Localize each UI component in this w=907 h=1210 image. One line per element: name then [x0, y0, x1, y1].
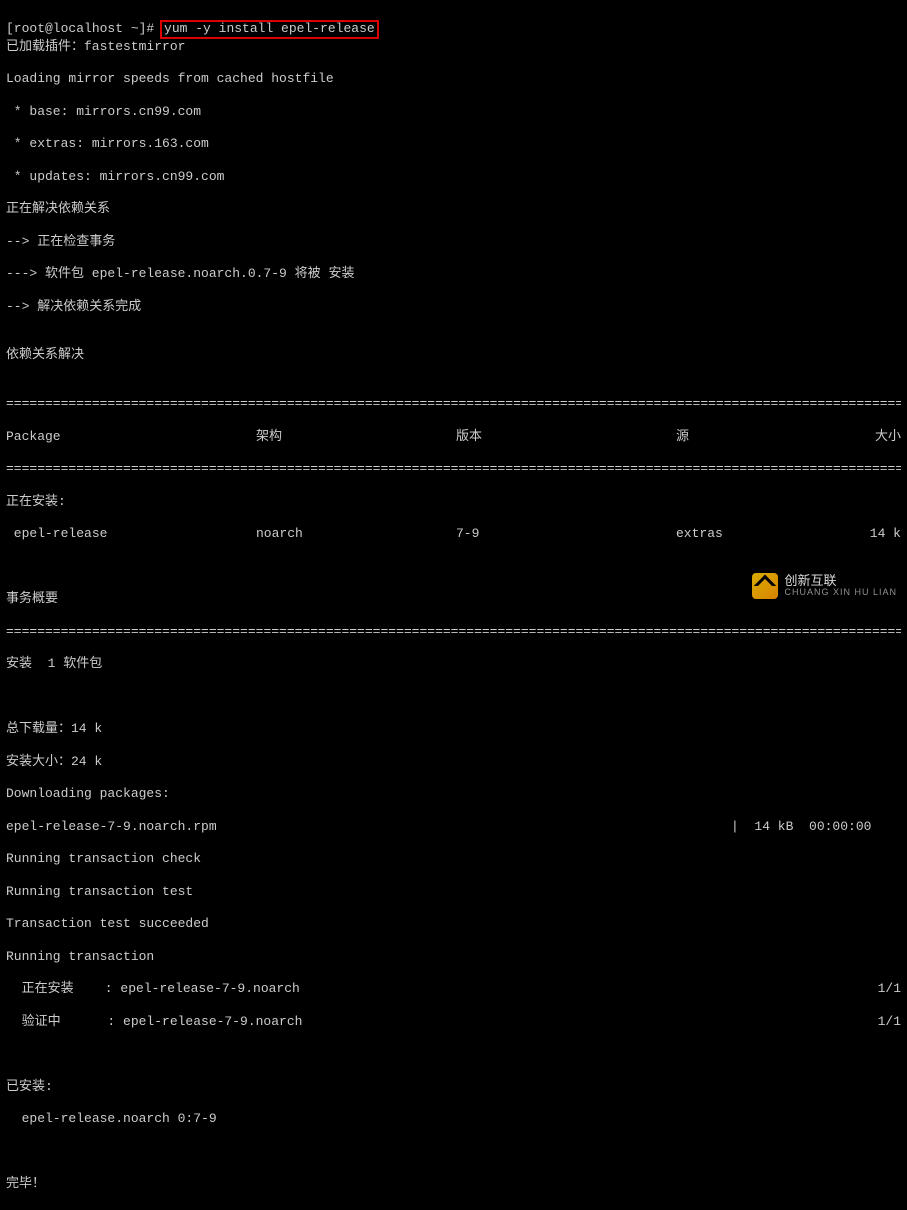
- download-progress: epel-release-7-9.noarch.rpm| 14 kB 00:00…: [6, 819, 901, 835]
- done-label: 完毕！: [6, 1176, 901, 1192]
- divider: ========================================…: [6, 624, 901, 640]
- col-size: 大小: [841, 429, 901, 445]
- output-line: --> 正在检查事务: [6, 234, 901, 250]
- blank-line: [6, 1144, 901, 1160]
- blank-line: [6, 559, 901, 575]
- table-header: Package架构版本源大小: [6, 429, 901, 445]
- output-line: * updates: mirrors.cn99.com: [6, 169, 901, 185]
- step-verify: 验证中 : epel-release-7-9.noarch1/1: [6, 1014, 901, 1030]
- trans-line: Running transaction test: [6, 884, 901, 900]
- installed-label: 已安装:: [6, 1079, 901, 1095]
- output-line: 已加载插件：fastestmirror: [6, 39, 901, 55]
- blank-line: [6, 1046, 901, 1062]
- terminal-output[interactable]: [root@localhost ~]# yum -y install epel-…: [0, 0, 907, 1210]
- output-line: ---> 软件包 epel-release.noarch.0.7-9 将被 安装: [6, 266, 901, 282]
- shell-prompt: [root@localhost ~]#: [6, 1209, 162, 1210]
- col-repo: 源: [676, 429, 841, 445]
- output-line: * extras: mirrors.163.com: [6, 136, 901, 152]
- total-line: Downloading packages:: [6, 786, 901, 802]
- command-highlight: yum -y install epel-release: [160, 20, 379, 38]
- divider: ========================================…: [6, 396, 901, 412]
- divider: ========================================…: [6, 461, 901, 477]
- output-line: --> 解决依赖关系完成: [6, 299, 901, 315]
- blank-line: [6, 689, 901, 705]
- shell-prompt: [root@localhost ~]#: [6, 21, 162, 36]
- col-arch: 架构: [256, 429, 456, 445]
- output-line: Loading mirror speeds from cached hostfi…: [6, 71, 901, 87]
- total-line: 总下载量：14 k: [6, 721, 901, 737]
- trans-line: Running transaction: [6, 949, 901, 965]
- output-line: 依赖关系解决: [6, 347, 901, 363]
- trans-line: Running transaction check: [6, 851, 901, 867]
- output-line: * base: mirrors.cn99.com: [6, 104, 901, 120]
- output-line: 正在解决依赖关系: [6, 201, 901, 217]
- total-line: 安装大小：24 k: [6, 754, 901, 770]
- step-install: 正在安装 : epel-release-7-9.noarch1/1: [6, 981, 901, 997]
- install-count: 安装 1 软件包: [6, 656, 901, 672]
- table-row: epel-releasenoarch7-9extras14 k: [6, 526, 901, 542]
- col-package: Package: [6, 429, 256, 445]
- col-version: 版本: [456, 429, 676, 445]
- trans-line: Transaction test succeeded: [6, 916, 901, 932]
- installed-pkg: epel-release.noarch 0:7-9: [6, 1111, 901, 1127]
- section-installing: 正在安装:: [6, 494, 901, 510]
